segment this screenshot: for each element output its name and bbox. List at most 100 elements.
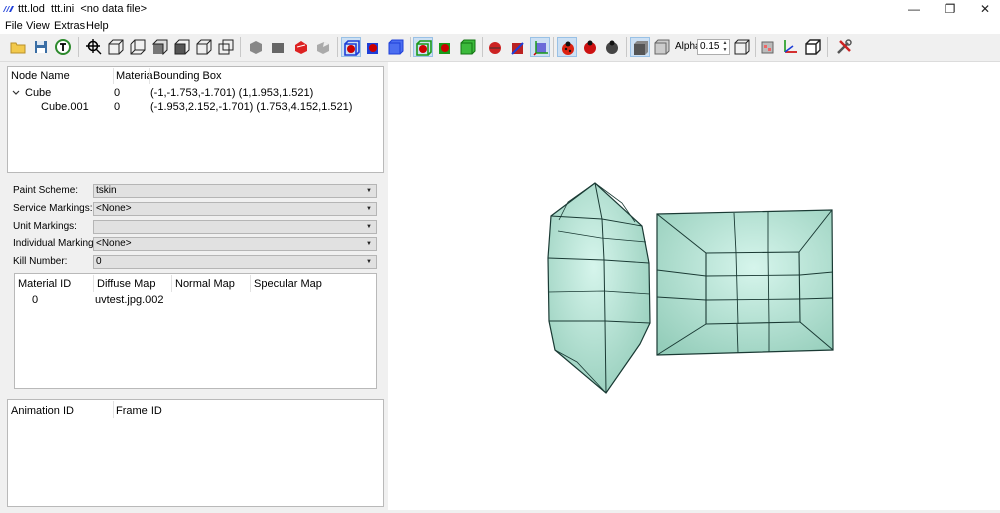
zoom-fit-button[interactable] [84, 37, 104, 57]
ladybug-icon [584, 40, 596, 54]
axes-icon [784, 40, 797, 53]
axes-button[interactable] [780, 37, 800, 57]
menu-file[interactable]: File [5, 20, 23, 32]
column-divider[interactable] [113, 401, 114, 418]
blue-wire-toggle[interactable] [341, 37, 361, 57]
menu-help[interactable]: Help [86, 20, 109, 32]
toolbar-separator [410, 37, 411, 57]
col-material-id[interactable]: Material ID [18, 278, 71, 290]
col-diffuse-map[interactable]: Diffuse Map [97, 278, 156, 290]
col-material[interactable]: Materia [116, 70, 153, 82]
model-render[interactable] [388, 62, 1000, 510]
mesh-cube[interactable] [547, 182, 651, 394]
folder-icon [10, 42, 26, 54]
texture-view-button[interactable] [758, 37, 778, 57]
checker-box-icon [761, 41, 774, 54]
solid-dark-button[interactable] [268, 37, 288, 57]
bug-gray-button[interactable] [602, 37, 622, 57]
save-button[interactable] [31, 37, 51, 57]
green-wire-toggle[interactable] [413, 37, 433, 57]
axes-cube-icon [511, 42, 524, 55]
menu-extras[interactable]: Extras [54, 20, 85, 32]
green-box-button[interactable] [458, 37, 478, 57]
blue-solid-button[interactable] [364, 37, 384, 57]
toolbar-separator [626, 37, 627, 57]
materials-table[interactable]: Material ID Diffuse Map Normal Map Specu… [14, 273, 377, 389]
col-frame-id[interactable]: Frame ID [116, 405, 162, 417]
cube-wire-icon [218, 39, 234, 55]
red-sphere-button[interactable] [485, 37, 505, 57]
paint-scheme-label: Paint Scheme: [13, 185, 79, 196]
blue-box-button[interactable] [386, 37, 406, 57]
col-node-name[interactable]: Node Name [11, 70, 70, 82]
wire-box-button[interactable] [732, 37, 752, 57]
blue-wire-cube-icon [344, 40, 360, 56]
lit-button[interactable] [313, 37, 333, 57]
app-logo-icon [3, 6, 14, 12]
blue-cube-icon [367, 43, 378, 54]
axes-cube-button[interactable] [508, 37, 528, 57]
settings-tools-button[interactable] [834, 37, 854, 57]
red-cube-icon [295, 41, 307, 54]
shaded-cube-icon [317, 42, 329, 54]
minimize-button[interactable]: — [896, 0, 932, 19]
axes-box-icon [533, 41, 548, 56]
column-divider[interactable] [171, 275, 172, 292]
3d-viewport[interactable] [388, 62, 1000, 510]
animations-table[interactable]: Animation ID Frame ID [7, 399, 384, 507]
node-tree[interactable]: Node Name Materia Bounding Box Cube 0 (-… [7, 66, 384, 173]
solid-box-toggle[interactable] [630, 37, 650, 57]
view-front-button[interactable] [106, 37, 126, 57]
close-button[interactable]: ✕ [967, 0, 1000, 19]
col-normal-map[interactable]: Normal Map [175, 278, 235, 290]
view-right-button[interactable] [172, 37, 192, 57]
bug-button[interactable] [580, 37, 600, 57]
restore-button[interactable]: ❐ [932, 0, 968, 19]
bounding-box-button[interactable] [803, 37, 823, 57]
col-animation-id[interactable]: Animation ID [11, 405, 74, 417]
mesh-cube-001[interactable] [656, 209, 834, 356]
green-box-icon [460, 39, 476, 55]
textured-button[interactable] [291, 37, 311, 57]
toolbar-separator [78, 37, 79, 57]
node-bbox: (-1,-1.753,-1.701) (1,1.953,1.521) [150, 87, 314, 99]
view-back-button[interactable] [128, 37, 148, 57]
column-divider[interactable] [113, 68, 114, 84]
column-divider[interactable] [250, 275, 251, 292]
service-markings-select[interactable]: <None> ▼ [93, 202, 377, 216]
bug-red-toggle[interactable] [557, 37, 577, 57]
service-markings-value: <None> [96, 203, 132, 214]
toolbar: Alpha: 0.15 ▲ ▼ [0, 34, 1000, 62]
paint-scheme-select[interactable]: tskin ▼ [93, 184, 377, 198]
ladybug-icon [562, 41, 574, 55]
unit-markings-select[interactable]: ▼ [93, 220, 377, 234]
open-button[interactable] [8, 37, 28, 57]
column-divider[interactable] [149, 68, 150, 84]
green-solid-button[interactable] [436, 37, 456, 57]
alpha-spinbox[interactable]: 0.15 ▲ ▼ [697, 39, 730, 55]
view-bottom-button[interactable] [216, 37, 236, 57]
solid-flat-button[interactable] [246, 37, 266, 57]
cube-wire-icon [130, 39, 146, 55]
kill-number-select[interactable]: 0 ▼ [93, 255, 377, 269]
view-left-button[interactable] [150, 37, 170, 57]
axes-toggle[interactable] [530, 37, 550, 57]
node-name: Cube.001 [41, 101, 89, 113]
transparent-box-button[interactable] [652, 37, 672, 57]
spin-arrows-icon[interactable]: ▲ ▼ [721, 40, 729, 54]
gray-bug-icon [606, 40, 618, 54]
toolbar-separator [240, 37, 241, 57]
individual-markings-value: <None> [96, 238, 132, 249]
texture-button[interactable] [53, 37, 73, 57]
view-top-button[interactable] [194, 37, 214, 57]
chevron-down-icon[interactable] [12, 90, 20, 96]
col-bounding-box[interactable]: Bounding Box [153, 70, 222, 82]
node-name: Cube [25, 87, 52, 99]
toolbar-separator [755, 37, 756, 57]
kill-number-label: Kill Number: [13, 256, 68, 267]
column-divider[interactable] [93, 275, 94, 292]
col-specular-map[interactable]: Specular Map [254, 278, 322, 290]
individual-markings-select[interactable]: <None> ▼ [93, 237, 377, 251]
menu-view[interactable]: View [26, 20, 50, 32]
toolbar-separator [337, 37, 338, 57]
